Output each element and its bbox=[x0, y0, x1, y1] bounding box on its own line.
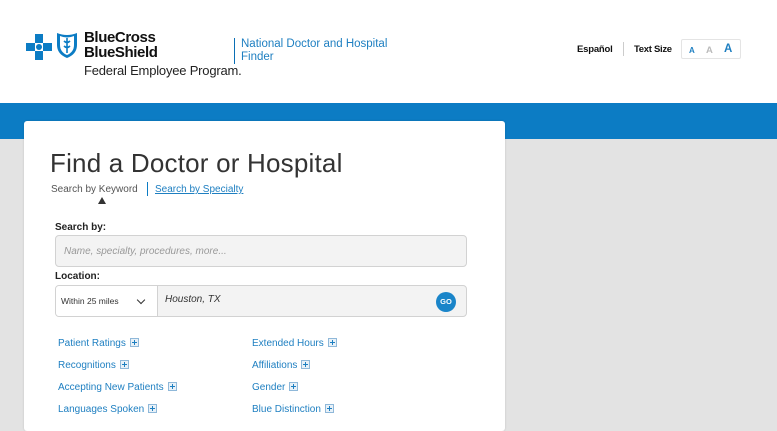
text-size-small-button[interactable]: A bbox=[689, 46, 695, 55]
bluecross-logo-icon bbox=[26, 34, 52, 60]
brand-program-name: Federal Employee Program. bbox=[84, 63, 242, 78]
location-label: Location: bbox=[55, 271, 100, 282]
filter-patient-ratings[interactable]: Patient Ratings bbox=[58, 338, 139, 349]
location-input[interactable]: Houston, TX bbox=[165, 294, 221, 305]
chevron-down-icon bbox=[136, 295, 146, 305]
plus-icon bbox=[289, 382, 299, 391]
filter-label: Gender bbox=[252, 382, 286, 393]
filter-recognitions[interactable]: Recognitions bbox=[58, 360, 129, 371]
plus-icon bbox=[129, 338, 139, 347]
plus-icon bbox=[167, 382, 177, 391]
distance-select[interactable]: Within 25 miles bbox=[56, 286, 158, 316]
text-size-medium-button[interactable]: A bbox=[706, 45, 713, 56]
filter-label: Extended Hours bbox=[252, 338, 324, 349]
tab-separator bbox=[147, 182, 148, 196]
plus-icon bbox=[148, 404, 158, 413]
text-size-label: Text Size bbox=[634, 44, 672, 55]
plus-icon bbox=[301, 360, 311, 369]
filter-affiliations[interactable]: Affiliations bbox=[252, 360, 311, 371]
go-button[interactable]: GO bbox=[436, 292, 456, 312]
site-header: BlueCross BlueShield Federal Employee Pr… bbox=[0, 0, 777, 103]
plus-icon bbox=[327, 338, 337, 347]
plus-icon bbox=[119, 360, 129, 369]
header-divider bbox=[234, 38, 235, 64]
filter-gender[interactable]: Gender bbox=[252, 382, 299, 393]
finder-title: National Doctor and Hospital Finder bbox=[241, 38, 388, 63]
page-title: Find a Doctor or Hospital bbox=[50, 148, 343, 178]
search-by-label: Search by: bbox=[55, 222, 107, 233]
blueshield-logo-icon bbox=[57, 33, 77, 58]
plus-icon bbox=[324, 404, 334, 413]
filter-label: Accepting New Patients bbox=[58, 382, 164, 393]
filter-label: Blue Distinction bbox=[252, 404, 321, 415]
filter-accepting-new-patients[interactable]: Accepting New Patients bbox=[58, 382, 177, 393]
location-field: Within 25 miles Houston, TX GO bbox=[55, 285, 467, 317]
filter-label: Affiliations bbox=[252, 360, 298, 371]
tab-search-by-keyword[interactable]: Search by Keyword bbox=[51, 184, 138, 195]
header-separator bbox=[623, 42, 624, 56]
active-tab-caret-icon bbox=[98, 197, 106, 204]
search-input[interactable] bbox=[55, 235, 467, 267]
filter-label: Recognitions bbox=[58, 360, 116, 371]
filter-languages-spoken[interactable]: Languages Spoken bbox=[58, 404, 158, 415]
distance-select-value: Within 25 miles bbox=[61, 296, 119, 306]
filter-label: Languages Spoken bbox=[58, 404, 145, 415]
text-size-large-button[interactable]: A bbox=[724, 43, 732, 55]
tab-search-by-specialty[interactable]: Search by Specialty bbox=[155, 184, 243, 195]
filter-extended-hours[interactable]: Extended Hours bbox=[252, 338, 337, 349]
filter-label: Patient Ratings bbox=[58, 338, 126, 349]
brand-name-line2: BlueShield bbox=[84, 44, 158, 61]
espanol-link[interactable]: Español bbox=[577, 44, 613, 55]
filter-blue-distinction[interactable]: Blue Distinction bbox=[252, 404, 334, 415]
